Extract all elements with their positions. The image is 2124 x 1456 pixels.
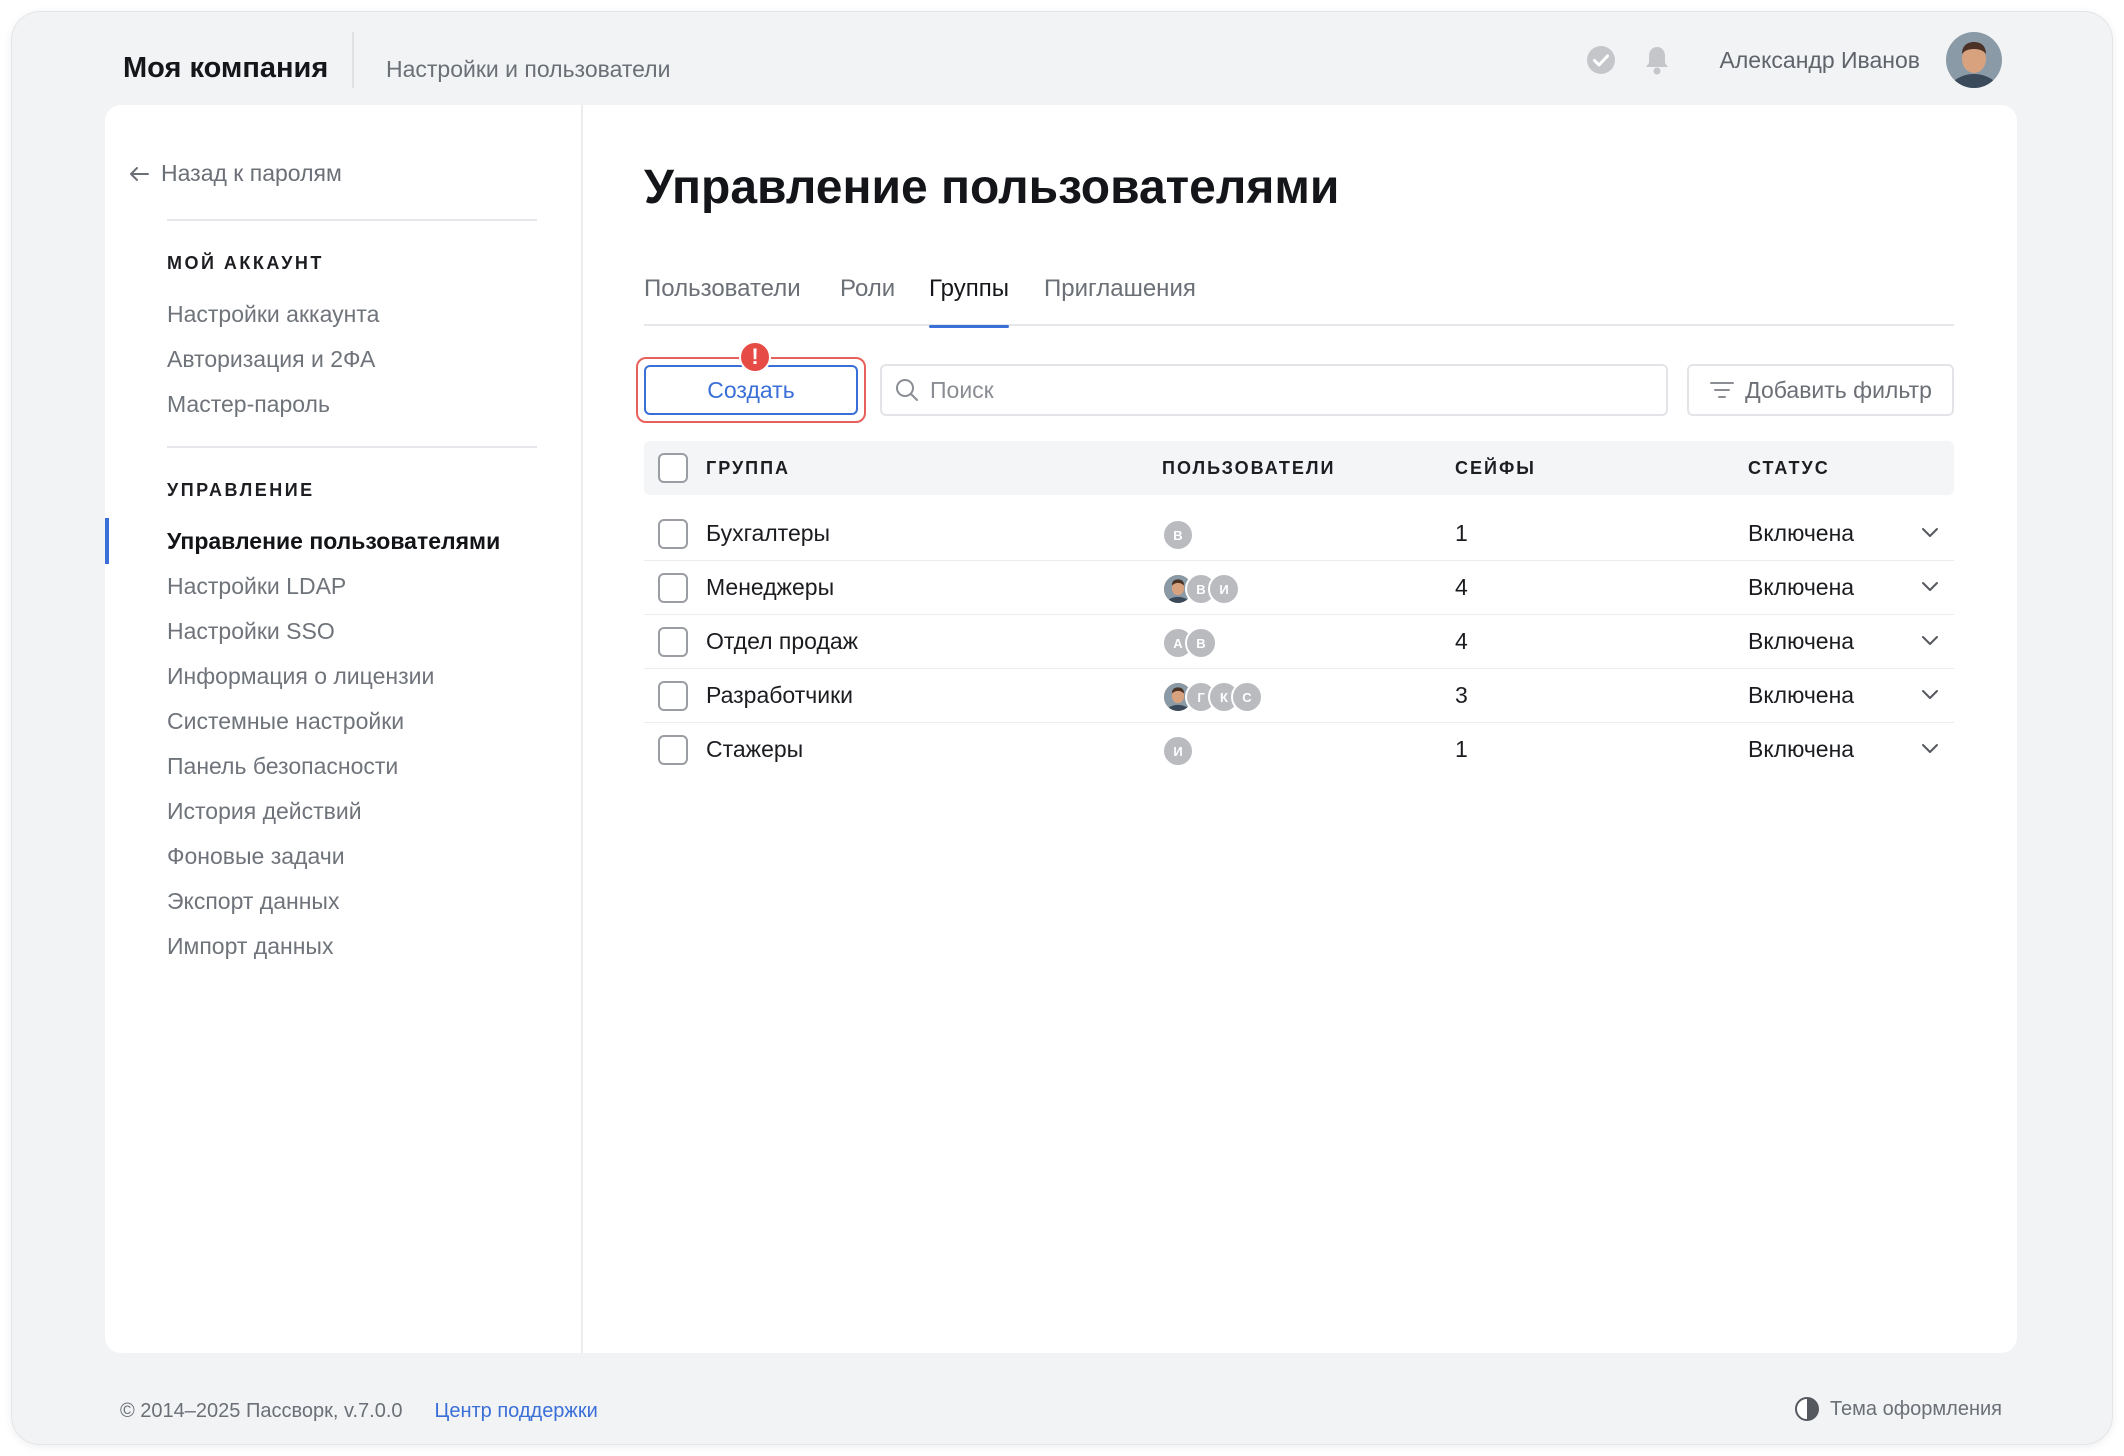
chevron-down-icon[interactable]: [1920, 525, 1940, 539]
contrast-icon: [1794, 1397, 1819, 1421]
search-input[interactable]: [930, 376, 1630, 404]
row-checkbox[interactable]: [658, 573, 688, 603]
sidebar-divider: [167, 446, 537, 448]
section-title-account: МОЙ АККАУНТ: [167, 253, 324, 273]
sidebar-item-security-panel[interactable]: Панель безопасности: [167, 753, 398, 780]
sidebar-item-auth-2fa[interactable]: Авторизация и 2ФА: [167, 346, 375, 373]
sidebar-item-license[interactable]: Информация о лицензии: [167, 663, 434, 690]
sidebar-item-account-settings[interactable]: Настройки аккаунта: [167, 301, 379, 328]
sidebar-item-import[interactable]: Импорт данных: [167, 933, 333, 960]
chevron-down-icon[interactable]: [1920, 579, 1940, 593]
user-initial-avatar: И: [1162, 735, 1194, 767]
user-avatars: Г К С: [1162, 681, 1263, 713]
group-status: Включена: [1748, 682, 1855, 708]
group-name: Разработчики: [706, 682, 853, 708]
user-initial-avatar: С: [1231, 681, 1263, 713]
sidebar-item-user-management[interactable]: Управление пользователями: [167, 528, 500, 555]
search-box: [880, 364, 1668, 416]
chevron-down-icon[interactable]: [1920, 633, 1940, 647]
alert-badge: !: [739, 341, 771, 373]
user-avatars: И: [1162, 735, 1194, 767]
tab-bar: Пользователи Роли Группы Приглашения: [644, 270, 1954, 328]
add-filter-button[interactable]: Добавить фильтр: [1687, 364, 1954, 416]
sidebar-item-master-password[interactable]: Мастер-пароль: [167, 391, 330, 418]
sidebar-item-background-tasks[interactable]: Фоновые задачи: [167, 843, 345, 870]
header-divider: [352, 32, 354, 88]
user-initial-avatar: И: [1208, 573, 1240, 605]
select-all-checkbox[interactable]: [658, 453, 688, 483]
group-status: Включена: [1748, 736, 1855, 762]
user-area: Александр Иванов: [1584, 28, 2002, 92]
group-status: Включена: [1748, 574, 1855, 600]
sidebar-divider: [167, 219, 537, 221]
user-initial-avatar: В: [1185, 627, 1217, 659]
vault-count: 3: [1455, 682, 1468, 708]
group-name: Бухгалтеры: [706, 520, 831, 546]
table-row[interactable]: Бухгалтеры В 1 Включена: [644, 507, 1954, 561]
top-bar: Моя компания Настройки и пользователи Ал…: [12, 12, 2112, 116]
bell-icon[interactable]: [1640, 43, 1674, 77]
back-link-label: Назад к паролям: [161, 160, 342, 186]
copyright: © 2014–2025 Пассворк, v.7.0.0: [120, 1400, 403, 1422]
tab-groups[interactable]: Группы: [929, 275, 1009, 328]
support-link[interactable]: Центр поддержки: [435, 1400, 598, 1423]
table-row[interactable]: Стажеры И 1 Включена: [644, 723, 1954, 777]
arrow-left-icon: [130, 166, 149, 181]
tab-invitations[interactable]: Приглашения: [1044, 275, 1196, 326]
row-checkbox[interactable]: [658, 627, 688, 657]
sidebar-item-system-settings[interactable]: Системные настройки: [167, 708, 404, 735]
row-checkbox[interactable]: [658, 735, 688, 765]
sidebar-item-activity-history[interactable]: История действий: [167, 798, 362, 825]
column-header-status[interactable]: СТАТУС: [1748, 458, 1830, 479]
active-indicator: [105, 518, 109, 564]
table-row[interactable]: Разработчики Г К С 3 Включена: [644, 669, 1954, 723]
company-name[interactable]: Моя компания: [123, 52, 328, 85]
footer-left: © 2014–2025 Пассворк, v.7.0.0 Центр подд…: [120, 1400, 598, 1423]
chevron-down-icon[interactable]: [1920, 687, 1940, 701]
user-avatars: В И: [1162, 573, 1240, 605]
sidebar-item-export[interactable]: Экспорт данных: [167, 888, 339, 915]
row-checkbox[interactable]: [658, 519, 688, 549]
column-header-group[interactable]: ГРУППА: [706, 458, 790, 479]
user-initial-avatar: В: [1162, 519, 1194, 551]
chevron-down-icon[interactable]: [1920, 741, 1940, 755]
vault-count: 4: [1455, 628, 1468, 654]
group-status: Включена: [1748, 520, 1855, 546]
group-name: Отдел продаж: [706, 628, 859, 654]
theme-toggle[interactable]: Тема оформления: [1794, 1396, 2002, 1422]
user-name[interactable]: Александр Иванов: [1720, 47, 1920, 74]
table-row[interactable]: Менеджеры В И 4 Включена: [644, 561, 1954, 615]
sidebar-item-ldap[interactable]: Настройки LDAP: [167, 573, 346, 600]
group-status: Включена: [1748, 628, 1855, 654]
filter-icon: [1710, 382, 1735, 398]
app-window: Моя компания Настройки и пользователи Ал…: [12, 12, 2112, 1444]
content-card: Назад к паролям МОЙ АККАУНТ Настройки ак…: [105, 105, 2017, 1353]
theme-label: Тема оформления: [1829, 1397, 2002, 1420]
back-link[interactable]: Назад к паролям: [129, 160, 342, 187]
add-filter-label: Добавить фильтр: [1745, 376, 1932, 403]
vault-count: 1: [1455, 736, 1468, 762]
main-content: Управление пользователями Пользователи Р…: [636, 105, 1964, 1353]
vault-count: 1: [1455, 520, 1468, 546]
sidebar-item-sso[interactable]: Настройки SSO: [167, 618, 335, 645]
group-name: Менеджеры: [706, 574, 835, 600]
search-icon: [896, 379, 918, 401]
tab-users[interactable]: Пользователи: [644, 275, 801, 326]
row-checkbox[interactable]: [658, 681, 688, 711]
group-name: Стажеры: [706, 736, 804, 762]
table-row[interactable]: Отдел продаж А В 4 Включена: [644, 615, 1954, 669]
user-avatars: В: [1162, 519, 1194, 551]
sidebar: Назад к паролям МОЙ АККАУНТ Настройки ак…: [105, 105, 583, 1353]
page-title: Управление пользователями: [644, 161, 1340, 214]
vault-count: 4: [1455, 574, 1468, 600]
section-title-manage: УПРАВЛЕНИЕ: [167, 480, 315, 500]
breadcrumb: Настройки и пользователи: [386, 56, 671, 82]
column-header-vaults[interactable]: СЕЙФЫ: [1455, 458, 1536, 479]
check-circle-icon[interactable]: [1584, 43, 1618, 77]
user-avatars: А В: [1162, 627, 1217, 659]
table-header: ГРУППА ПОЛЬЗОВАТЕЛИ СЕЙФЫ СТАТУС: [644, 441, 1954, 495]
column-header-users[interactable]: ПОЛЬЗОВАТЕЛИ: [1162, 458, 1335, 479]
user-avatar[interactable]: [1946, 32, 2002, 88]
tab-roles[interactable]: Роли: [840, 275, 895, 326]
